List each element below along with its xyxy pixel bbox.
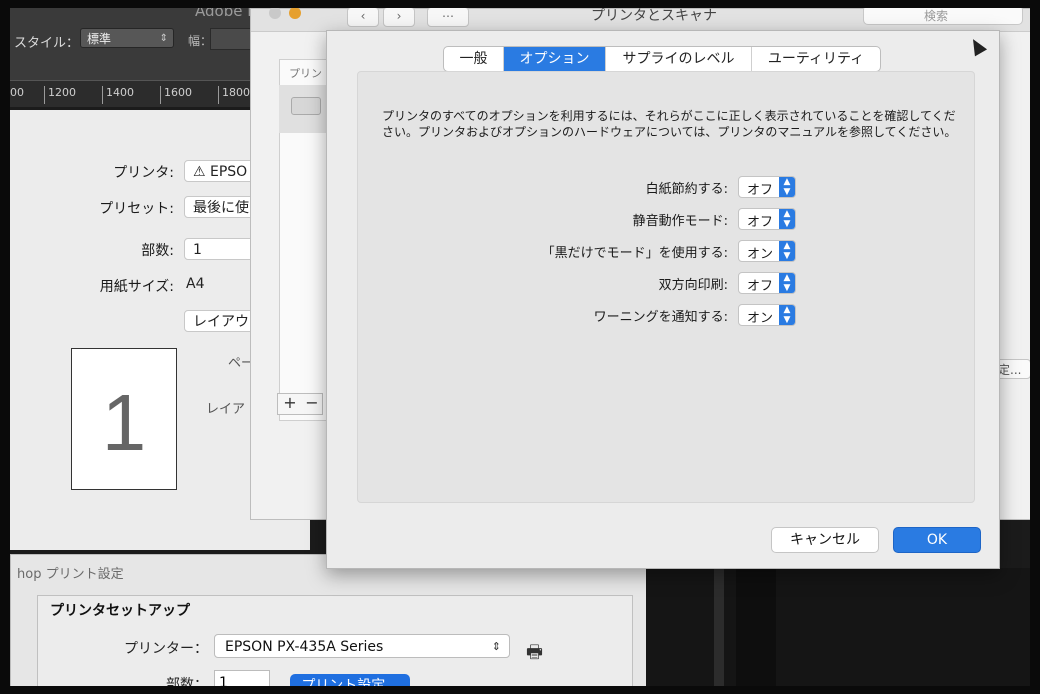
option-label: 静音動作モード: <box>632 214 728 229</box>
option-value: オン <box>747 311 774 326</box>
ps-printer-select[interactable]: EPSON PX-435A Series ⇕ <box>214 634 510 658</box>
option-label: ワーニングを通知する: <box>593 310 728 325</box>
ruler: 00 1200 1400 1600 1800 <box>10 80 280 107</box>
screen: Adobe I スタイル： 標準 ⇕ 幅： 00 1200 1400 1600 … <box>10 8 1030 686</box>
width-label: 幅： <box>188 34 213 48</box>
remove-printer-button[interactable]: − <box>301 393 323 413</box>
titlebar: ‹ › ⋯ プリンタとスキャナ 検索 <box>251 8 1030 32</box>
option-label: 「黒だけでモード」を使用する: <box>541 246 728 261</box>
ruler-tick: 1600 <box>160 86 192 104</box>
show-all-button[interactable]: ⋯ <box>427 8 469 27</box>
add-printer-button[interactable]: + <box>279 393 301 413</box>
ps-printer-value: EPSON PX-435A Series <box>225 639 384 655</box>
layout-label: レイア <box>206 402 246 417</box>
chevron-updown-icon: ▲ ▼ <box>779 241 795 261</box>
option-row: 双方向印刷: オフ ▲ ▼ <box>358 272 974 294</box>
option-row: 「黒だけでモード」を使用する: オン ▲ ▼ <box>358 240 974 262</box>
preview-page-number: 1 <box>101 378 147 467</box>
option-label: 双方向印刷: <box>658 278 728 293</box>
search-input[interactable]: 検索 <box>863 8 1023 25</box>
divider <box>736 568 776 686</box>
copies-label: 部数: <box>141 243 174 259</box>
option-value: オン <box>747 247 774 262</box>
photoshop-print-settings: hop プリント設定 プリンタセットアップ プリンター： EPSON PX-43… <box>10 554 648 686</box>
chevron-updown-icon: ▲ ▼ <box>779 305 795 325</box>
preset-label: プリセット: <box>99 201 174 217</box>
option-row: ワーニングを通知する: オン ▲ ▼ <box>358 304 974 326</box>
options-content: プリンタのすべてのオプションを利用するには、それらがここに正しく表示されているこ… <box>357 71 975 503</box>
photoshop-window-title: hop プリント設定 <box>17 567 124 582</box>
tab-supply-levels[interactable]: サプライのレベル <box>606 47 752 71</box>
printer-list-header: プリン <box>289 67 322 80</box>
option-value: オフ <box>747 279 774 294</box>
page-preview: 1 <box>71 348 177 490</box>
option-select[interactable]: オフ ▲ ▼ <box>738 272 796 294</box>
option-row: 静音動作モード: オフ ▲ ▼ <box>358 208 974 230</box>
options-sheet: 一般 オプション サプライのレベル ユーティリティ プリンタのすべてのオプション… <box>326 30 1000 569</box>
chevron-updown-icon: ⇕ <box>491 640 501 653</box>
tab-bar: 一般 オプション サプライのレベル ユーティリティ <box>443 46 881 72</box>
option-select[interactable]: オフ ▲ ▼ <box>738 176 796 198</box>
window-title: プリンタとスキャナ <box>591 8 717 24</box>
option-select[interactable]: オフ ▲ ▼ <box>738 208 796 230</box>
printer-icon[interactable]: 🖶 <box>526 640 543 670</box>
option-label: 白紙節約する: <box>645 182 728 197</box>
printer-setup-group: プリンタセットアップ プリンター： EPSON PX-435A Series ⇕… <box>37 595 633 686</box>
option-value: オフ <box>747 215 774 230</box>
printer-label: プリンタ: <box>113 165 174 181</box>
style-label: スタイル： <box>14 36 80 51</box>
ps-copies-field[interactable]: 1 <box>214 670 270 686</box>
tab-utility[interactable]: ユーティリティ <box>752 47 880 71</box>
option-select[interactable]: オン ▲ ▼ <box>738 240 796 262</box>
adobe-app-title: Adobe I <box>195 8 252 20</box>
ruler-tick: 1800 <box>218 86 250 104</box>
divider <box>714 568 724 686</box>
style-select[interactable]: 標準 ⇕ <box>80 28 174 48</box>
chevron-updown-icon: ▲ ▼ <box>779 273 795 293</box>
paper-size-label: 用紙サイズ: <box>99 279 174 295</box>
window-minimize-button[interactable] <box>289 8 301 19</box>
paper-size-value[interactable]: A4 <box>186 276 204 292</box>
tab-options[interactable]: オプション <box>504 47 606 71</box>
ps-copies-label: 部数： <box>166 677 208 686</box>
ruler-tick: 1200 <box>44 86 76 104</box>
back-button[interactable]: ‹ <box>347 8 379 27</box>
chevron-updown-icon: ▲ ▼ <box>779 177 795 197</box>
window-close-button[interactable] <box>269 8 281 19</box>
option-value: オフ <box>747 183 774 198</box>
tab-general[interactable]: 一般 <box>444 47 504 71</box>
ruler-tick: 00 <box>10 86 24 104</box>
adobe-toolbar: Adobe I スタイル： 標準 ⇕ 幅： <box>10 8 280 80</box>
printer-icon <box>291 97 321 115</box>
style-select-value: 標準 <box>87 32 112 46</box>
forward-button[interactable]: › <box>383 8 415 27</box>
dark-background-area <box>646 568 1030 686</box>
ruler-tick: 1400 <box>102 86 134 104</box>
chevron-updown-icon: ▲ ▼ <box>779 209 795 229</box>
ok-button[interactable]: OK <box>893 527 981 553</box>
print-settings-button[interactable]: プリント設定... <box>290 674 410 686</box>
option-select[interactable]: オン ▲ ▼ <box>738 304 796 326</box>
cancel-button[interactable]: キャンセル <box>771 527 879 553</box>
printer-setup-title: プリンタセットアップ <box>50 603 190 619</box>
ps-printer-label: プリンター： <box>124 641 208 657</box>
options-description: プリンタのすべてのオプションを利用するには、それらがここに正しく表示されているこ… <box>382 109 957 139</box>
chevron-updown-icon: ⇕ <box>159 33 168 44</box>
option-row: 白紙節約する: オフ ▲ ▼ <box>358 176 974 198</box>
